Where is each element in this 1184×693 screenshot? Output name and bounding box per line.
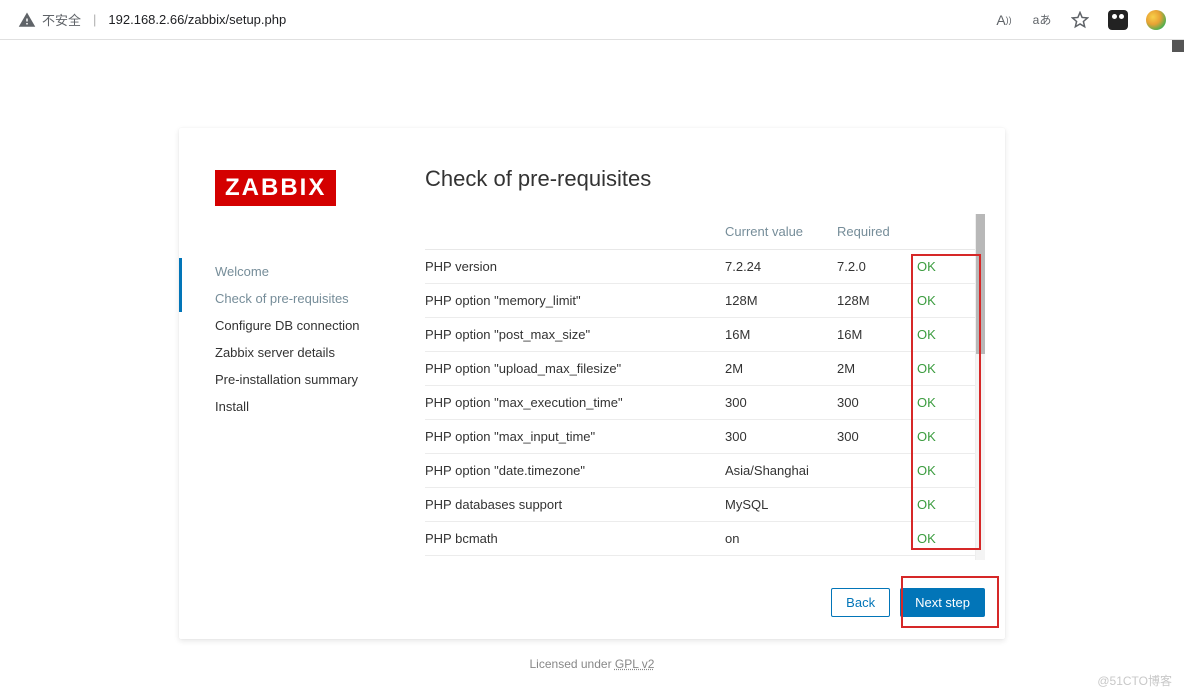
cell-current: 2M: [725, 352, 837, 386]
table-row: PHP option "post_max_size"16M16MOK: [425, 318, 975, 352]
table-row: PHP option "memory_limit"128M128MOK: [425, 284, 975, 318]
th-required: Required: [837, 214, 917, 250]
step-item-2: Configure DB connection: [215, 312, 395, 339]
table-row: PHP option "max_input_time"300300OK: [425, 420, 975, 454]
cell-status: OK: [917, 318, 975, 352]
cell-name: PHP option "post_max_size": [425, 318, 725, 352]
cell-name: PHP option "upload_max_filesize": [425, 352, 725, 386]
cell-current: 16M: [725, 318, 837, 352]
cell-current: on: [725, 522, 837, 556]
wizard-sidebar: ZABBIX WelcomeCheck of pre-requisitesCon…: [215, 170, 395, 617]
table-row: PHP option "max_execution_time"300300OK: [425, 386, 975, 420]
step-item-3: Zabbix server details: [215, 339, 395, 366]
cell-name: PHP bcmath: [425, 522, 725, 556]
cell-current: 300: [725, 386, 837, 420]
cell-current: MySQL: [725, 488, 837, 522]
setup-wizard-card: ZABBIX WelcomeCheck of pre-requisitesCon…: [179, 128, 1005, 639]
footer-license-link[interactable]: GPL v2: [615, 657, 655, 671]
cell-required: 128M: [837, 284, 917, 318]
read-aloud-icon[interactable]: A)): [994, 10, 1014, 30]
extension-icon[interactable]: [1108, 10, 1128, 30]
cell-status: OK: [917, 454, 975, 488]
insecure-label: 不安全: [42, 10, 81, 29]
url-divider: |: [93, 12, 96, 27]
page-scrollbar-thumb[interactable]: [1172, 40, 1184, 52]
table-scrollbar-thumb[interactable]: [976, 214, 985, 354]
table-row: PHP option "upload_max_filesize"2M2MOK: [425, 352, 975, 386]
step-item-0: Welcome: [215, 258, 395, 285]
cell-current: 128M: [725, 284, 837, 318]
cell-status: OK: [917, 386, 975, 420]
cell-current: Asia/Shanghai: [725, 454, 837, 488]
page-background: ZABBIX WelcomeCheck of pre-requisitesCon…: [0, 40, 1184, 693]
table-row: PHP mbstringon OK: [425, 556, 975, 561]
table-row: PHP version7.2.247.2.0OK: [425, 250, 975, 284]
cell-required: 16M: [837, 318, 917, 352]
step-item-5: Install: [215, 393, 395, 420]
page-title: Check of pre-requisites: [425, 166, 985, 192]
cell-status: OK: [917, 250, 975, 284]
next-step-button[interactable]: Next step: [900, 588, 985, 617]
step-item-1: Check of pre-requisites: [215, 285, 395, 312]
cell-required: 300: [837, 386, 917, 420]
requirements-table-wrap: Current value Required PHP version7.2.24…: [425, 214, 985, 560]
cell-status: OK: [917, 420, 975, 454]
cell-name: PHP mbstring: [425, 556, 725, 561]
th-status: [917, 214, 975, 250]
table-row: PHP option "date.timezone"Asia/Shanghai O…: [425, 454, 975, 488]
cell-name: PHP option "max_execution_time": [425, 386, 725, 420]
th-current: Current value: [725, 214, 837, 250]
table-row: PHP bcmathon OK: [425, 522, 975, 556]
favorite-icon[interactable]: [1070, 10, 1090, 30]
table-header-row: Current value Required: [425, 214, 975, 250]
cell-current: on: [725, 556, 837, 561]
browser-toolbar-icons: A)) aあ: [994, 10, 1166, 30]
cell-current: 300: [725, 420, 837, 454]
cell-status: OK: [917, 352, 975, 386]
footer-text: Licensed under: [530, 657, 615, 671]
cell-status: OK: [917, 284, 975, 318]
cell-required: 300: [837, 420, 917, 454]
translate-icon[interactable]: aあ: [1032, 10, 1052, 30]
cell-name: PHP databases support: [425, 488, 725, 522]
watermark: @51CTO博客: [1097, 672, 1172, 689]
cell-status: OK: [917, 488, 975, 522]
zabbix-logo: ZABBIX: [215, 170, 336, 206]
requirements-table: Current value Required PHP version7.2.24…: [425, 214, 975, 560]
url-text[interactable]: 192.168.2.66/zabbix/setup.php: [108, 12, 988, 27]
insecure-warning-icon: [18, 11, 36, 29]
th-name: [425, 214, 725, 250]
steps-list: WelcomeCheck of pre-requisitesConfigure …: [179, 258, 395, 420]
cell-current: 7.2.24: [725, 250, 837, 284]
footer-license: Licensed under GPL v2: [0, 657, 1184, 671]
cell-required: [837, 488, 917, 522]
cell-required: [837, 522, 917, 556]
cell-name: PHP option "memory_limit": [425, 284, 725, 318]
cell-name: PHP option "max_input_time": [425, 420, 725, 454]
wizard-main: Check of pre-requisites Current value Re…: [425, 170, 989, 617]
cell-status: OK: [917, 556, 975, 561]
wizard-buttons: Back Next step: [425, 588, 985, 617]
table-row: PHP databases supportMySQL OK: [425, 488, 975, 522]
back-button[interactable]: Back: [831, 588, 890, 617]
download-manager-icon[interactable]: [1146, 10, 1166, 30]
cell-name: PHP version: [425, 250, 725, 284]
table-scrollbar-track[interactable]: [975, 214, 985, 560]
cell-name: PHP option "date.timezone": [425, 454, 725, 488]
cell-required: [837, 454, 917, 488]
cell-status: OK: [917, 522, 975, 556]
cell-required: [837, 556, 917, 561]
browser-address-bar: 不安全 | 192.168.2.66/zabbix/setup.php A)) …: [0, 0, 1184, 40]
step-item-4: Pre-installation summary: [215, 366, 395, 393]
cell-required: 2M: [837, 352, 917, 386]
cell-required: 7.2.0: [837, 250, 917, 284]
